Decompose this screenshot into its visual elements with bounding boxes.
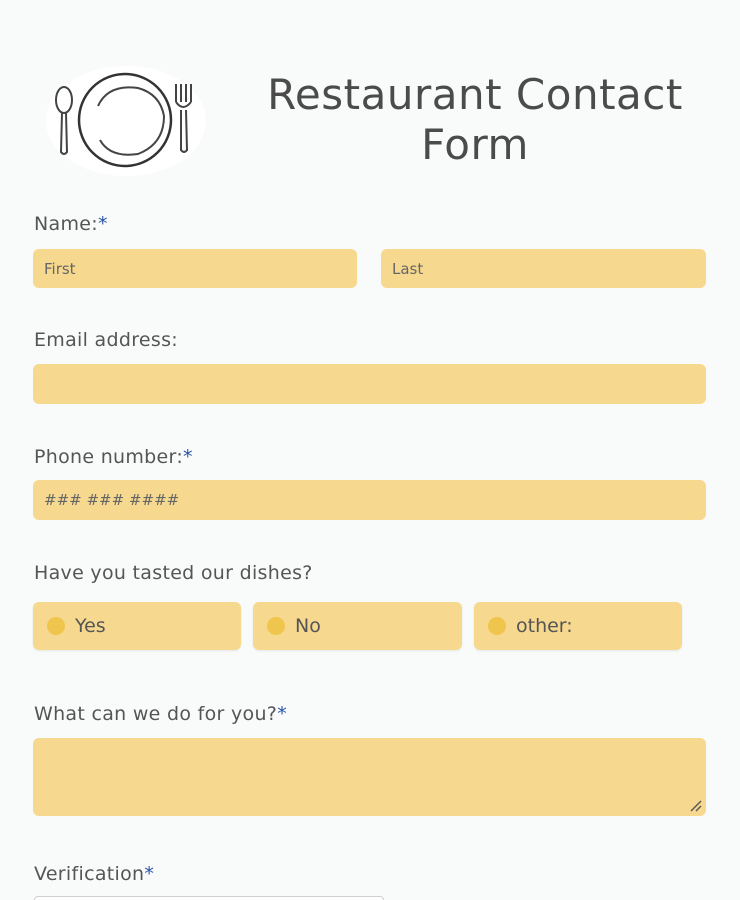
radio-dot-icon[interactable] bbox=[267, 617, 285, 635]
name-label: Name:* bbox=[34, 213, 108, 235]
last-name-input[interactable] bbox=[381, 249, 706, 288]
plate-fork-spoon-icon bbox=[55, 72, 192, 168]
name-label-text: Name: bbox=[34, 213, 98, 235]
resize-handle-icon[interactable] bbox=[688, 798, 702, 812]
request-label: What can we do for you?* bbox=[34, 703, 287, 725]
verification-label: Verification* bbox=[34, 863, 154, 885]
page-title: Restaurant Contact Form bbox=[267, 70, 683, 169]
phone-label: Phone number:* bbox=[34, 446, 193, 468]
first-name-input[interactable] bbox=[33, 249, 357, 288]
required-mark: * bbox=[144, 863, 155, 885]
phone-label-text: Phone number: bbox=[34, 446, 184, 468]
radio-option-label: Yes bbox=[75, 615, 106, 637]
radio-option-label: other: bbox=[516, 615, 573, 637]
email-label: Email address: bbox=[34, 329, 178, 351]
tasted-label: Have you tasted our dishes? bbox=[34, 562, 313, 584]
restaurant-logo bbox=[46, 66, 206, 176]
radio-option-other[interactable]: other: bbox=[474, 602, 682, 650]
email-input[interactable] bbox=[33, 364, 706, 404]
required-mark: * bbox=[183, 446, 193, 468]
request-label-text: What can we do for you? bbox=[34, 703, 278, 725]
tasted-label-text: Have you tasted our dishes? bbox=[34, 562, 313, 584]
required-mark: * bbox=[97, 213, 108, 235]
verification-label-text: Verification bbox=[34, 863, 145, 885]
radio-dot-icon[interactable] bbox=[488, 617, 506, 635]
captcha-box[interactable] bbox=[34, 896, 384, 900]
phone-input[interactable] bbox=[33, 480, 706, 520]
required-mark: * bbox=[277, 703, 287, 725]
radio-option-no[interactable]: No bbox=[253, 602, 462, 650]
radio-option-yes[interactable]: Yes bbox=[33, 602, 241, 650]
radio-option-label: No bbox=[295, 615, 321, 637]
request-textarea[interactable] bbox=[33, 738, 706, 816]
radio-dot-icon[interactable] bbox=[47, 617, 65, 635]
email-label-text: Email address: bbox=[34, 329, 179, 351]
